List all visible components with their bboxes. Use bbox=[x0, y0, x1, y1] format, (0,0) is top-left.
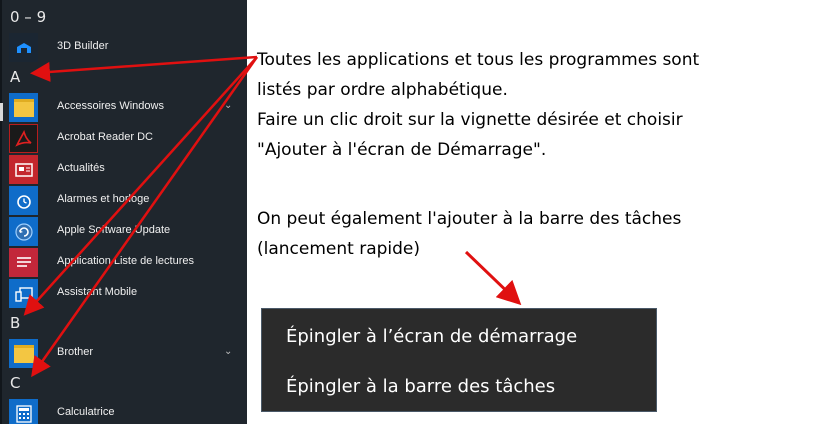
instruction-text: Toutes les applications et tous les prog… bbox=[257, 45, 802, 165]
group-header-c[interactable]: C bbox=[10, 374, 20, 392]
reading-list-icon bbox=[9, 248, 38, 277]
instruction-line: Toutes les applications et tous les prog… bbox=[257, 50, 700, 70]
app-label: Alarmes et horloge bbox=[57, 193, 150, 205]
pin-to-start-menu-item[interactable]: Épingler à l’écran de démarrage bbox=[286, 326, 577, 347]
app-assistant-mobile[interactable]: Assistant Mobile bbox=[0, 279, 247, 309]
app-label: Calculatrice bbox=[57, 406, 115, 418]
instruction-line: Faire un clic droit sur la vignette dési… bbox=[257, 110, 683, 130]
app-liste-de-lectures[interactable]: Application Liste de lectures bbox=[0, 248, 247, 278]
folder-icon bbox=[9, 339, 38, 368]
app-acrobat-reader-dc[interactable]: Acrobat Reader DC bbox=[0, 124, 247, 154]
context-menu: Épingler à l’écran de démarrage Épingler… bbox=[261, 308, 657, 412]
app-3d-builder[interactable]: 3D Builder bbox=[0, 33, 247, 63]
3d-builder-icon bbox=[9, 33, 38, 62]
chevron-down-icon[interactable]: ⌄ bbox=[224, 100, 232, 111]
app-label: Actualités bbox=[57, 162, 105, 174]
app-label: Application Liste de lectures bbox=[57, 255, 194, 267]
group-header-0-9[interactable]: 0 – 9 bbox=[10, 8, 46, 26]
calculator-icon bbox=[9, 399, 38, 424]
app-accessoires-windows[interactable]: Accessoires Windows ⌄ bbox=[0, 93, 247, 123]
pin-to-taskbar-menu-item[interactable]: Épingler à la barre des tâches bbox=[286, 376, 555, 397]
app-label: Brother bbox=[57, 346, 94, 358]
app-label: Acrobat Reader DC bbox=[57, 131, 153, 143]
instruction-line: listés par ordre alphabétique. bbox=[257, 80, 508, 100]
app-label: Apple Software Update bbox=[57, 224, 171, 236]
app-actualites[interactable]: Actualités bbox=[0, 155, 247, 185]
alarm-clock-icon bbox=[9, 186, 38, 215]
app-brother[interactable]: Brother ⌄ bbox=[0, 339, 247, 369]
instruction-line: On peut également l'ajouter à la barre d… bbox=[257, 209, 682, 229]
group-header-a[interactable]: A bbox=[10, 68, 20, 86]
acrobat-icon bbox=[9, 124, 38, 153]
app-label: Accessoires Windows bbox=[57, 100, 164, 112]
folder-icon bbox=[9, 93, 38, 122]
app-calculatrice[interactable]: Calculatrice bbox=[0, 399, 247, 424]
start-menu-app-list: 0 – 9 3D Builder A Accessoires Windows ⌄… bbox=[0, 0, 247, 424]
app-label: Assistant Mobile bbox=[57, 286, 138, 298]
app-apple-software-update[interactable]: Apple Software Update bbox=[0, 217, 247, 247]
instruction-text-taskbar: On peut également l'ajouter à la barre d… bbox=[257, 204, 802, 264]
chevron-down-icon[interactable]: ⌄ bbox=[224, 346, 232, 357]
apple-update-icon bbox=[9, 217, 38, 246]
app-label: 3D Builder bbox=[57, 40, 109, 52]
news-icon bbox=[9, 155, 38, 184]
mobile-assistant-icon bbox=[9, 279, 38, 308]
instruction-line: "Ajouter à l'écran de Démarrage". bbox=[257, 140, 547, 160]
group-header-b[interactable]: B bbox=[10, 314, 20, 332]
instruction-line: (lancement rapide) bbox=[257, 239, 421, 259]
app-alarmes-et-horloge[interactable]: Alarmes et horloge bbox=[0, 186, 247, 216]
